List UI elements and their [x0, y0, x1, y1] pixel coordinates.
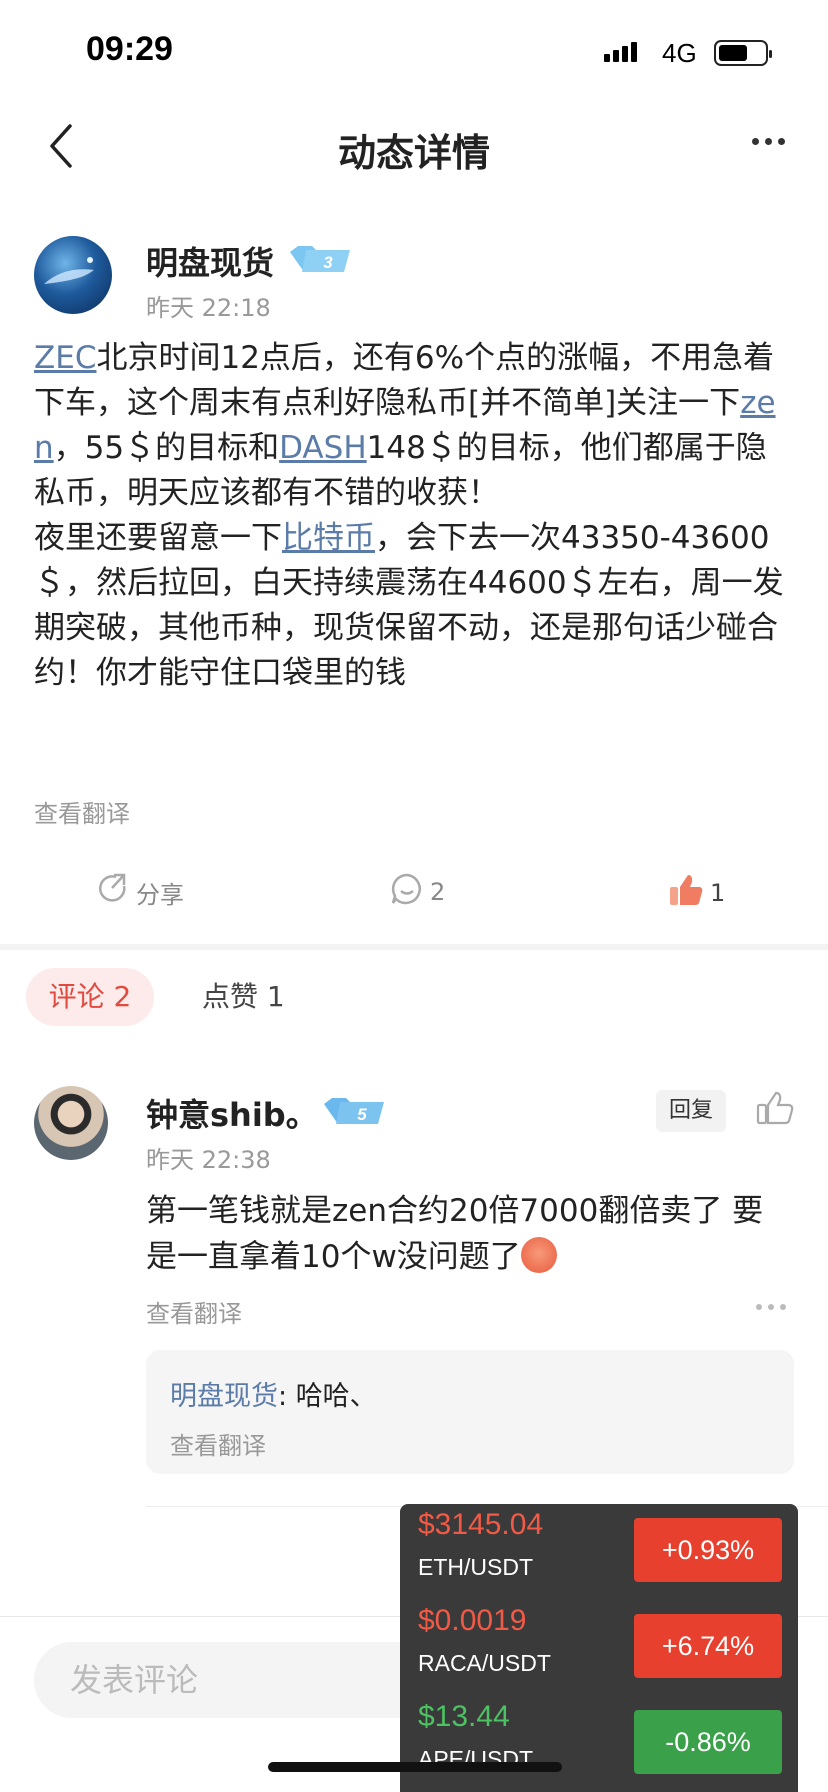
- home-indicator[interactable]: [268, 1762, 562, 1772]
- ticker-pair: ETH/USDT: [418, 1554, 533, 1580]
- reply-separator: :: [278, 1381, 296, 1412]
- level-badge-icon: 5: [322, 1096, 388, 1128]
- divider: [0, 944, 828, 950]
- page-title: 动态详情: [337, 131, 490, 175]
- ticker-row[interactable]: $13.44 APE/USDT -0.86%: [400, 1696, 798, 1792]
- sweat-emoji-icon: [520, 1237, 557, 1273]
- ticker-price: $13.44: [418, 1700, 510, 1733]
- share-button[interactable]: 分享: [96, 872, 184, 912]
- reply-text: 哈哈、: [295, 1381, 377, 1412]
- ticker-change: +0.93%: [634, 1518, 782, 1582]
- ticker-change: -0.86%: [634, 1710, 782, 1774]
- ticker-change: +6.74%: [634, 1614, 782, 1678]
- more-icon[interactable]: [752, 138, 785, 145]
- comment-like-icon[interactable]: [756, 1090, 796, 1130]
- price-ticker[interactable]: $3145.04 ETH/USDT +0.93% $0.0019 RACA/US…: [400, 1504, 798, 1792]
- post-text: ，55＄的目标和: [53, 430, 280, 466]
- post-content: ZEC北京时间12点后，还有6%个点的涨幅，不用急着下车，这个周末有点利好隐私币…: [34, 336, 794, 696]
- post-text: 北京时间12点后，还有6%个点的涨幅，不用急着下车，这个周末有点利好隐私币[并不…: [34, 340, 775, 421]
- comment-more-icon[interactable]: [756, 1304, 786, 1310]
- ticker-row[interactable]: $0.0019 RACA/USDT +6.74%: [400, 1600, 798, 1696]
- ticker-row[interactable]: $3145.04 ETH/USDT +0.93%: [400, 1504, 798, 1600]
- topic-link[interactable]: 比特币: [282, 520, 375, 556]
- comment-time: 昨天 22:38: [146, 1146, 271, 1174]
- thumbs-up-icon: [668, 872, 704, 914]
- reply-line: 明盘现货: 哈哈、: [170, 1374, 377, 1413]
- post-time: 昨天 22:18: [146, 294, 271, 322]
- signal-icon: [604, 42, 637, 62]
- like-count: 1: [710, 879, 726, 907]
- comment-count: 2: [430, 878, 446, 906]
- ticker-price: $0.0019: [418, 1604, 527, 1637]
- share-label: 分享: [136, 880, 184, 909]
- tab-likes[interactable]: 点赞 1: [202, 968, 285, 1026]
- comment-icon: [390, 872, 424, 912]
- author-name[interactable]: 明盘现货: [146, 238, 274, 284]
- commenter-avatar[interactable]: [34, 1086, 108, 1160]
- topic-link[interactable]: DASH: [279, 430, 367, 466]
- reply-author[interactable]: 明盘现货: [170, 1381, 278, 1412]
- comment-body: 第一笔钱就是zen合约20倍7000翻倍卖了 要是一直拿着10个w没问题了: [146, 1193, 764, 1275]
- translate-link[interactable]: 查看翻译: [146, 1294, 242, 1329]
- level-number: 3: [323, 253, 333, 272]
- reply-button[interactable]: 回复: [656, 1090, 726, 1132]
- like-button[interactable]: 1: [668, 872, 725, 914]
- comment-button[interactable]: 2: [390, 872, 445, 912]
- level-badge-icon: 3: [288, 244, 354, 276]
- tab-comments[interactable]: 评论 2: [26, 968, 154, 1026]
- level-number: 5: [357, 1105, 367, 1124]
- comment-text: 第一笔钱就是zen合约20倍7000翻倍卖了 要是一直拿着10个w没问题了: [146, 1188, 786, 1280]
- ticker-price: $3145.04: [418, 1508, 544, 1541]
- translate-link[interactable]: 查看翻译: [34, 794, 130, 829]
- status-time: 09:29: [86, 30, 173, 68]
- avatar[interactable]: [34, 236, 112, 314]
- topic-link[interactable]: ZEC: [34, 340, 96, 376]
- share-icon: [96, 872, 130, 912]
- commenter-name[interactable]: 钟意shib。: [146, 1090, 318, 1136]
- translate-link[interactable]: 查看翻译: [170, 1426, 266, 1461]
- network-type: 4G: [662, 38, 697, 68]
- reply-thread[interactable]: 明盘现货: 哈哈、 查看翻译: [146, 1350, 794, 1474]
- ticker-pair: RACA/USDT: [418, 1650, 551, 1676]
- battery-icon: [714, 40, 772, 66]
